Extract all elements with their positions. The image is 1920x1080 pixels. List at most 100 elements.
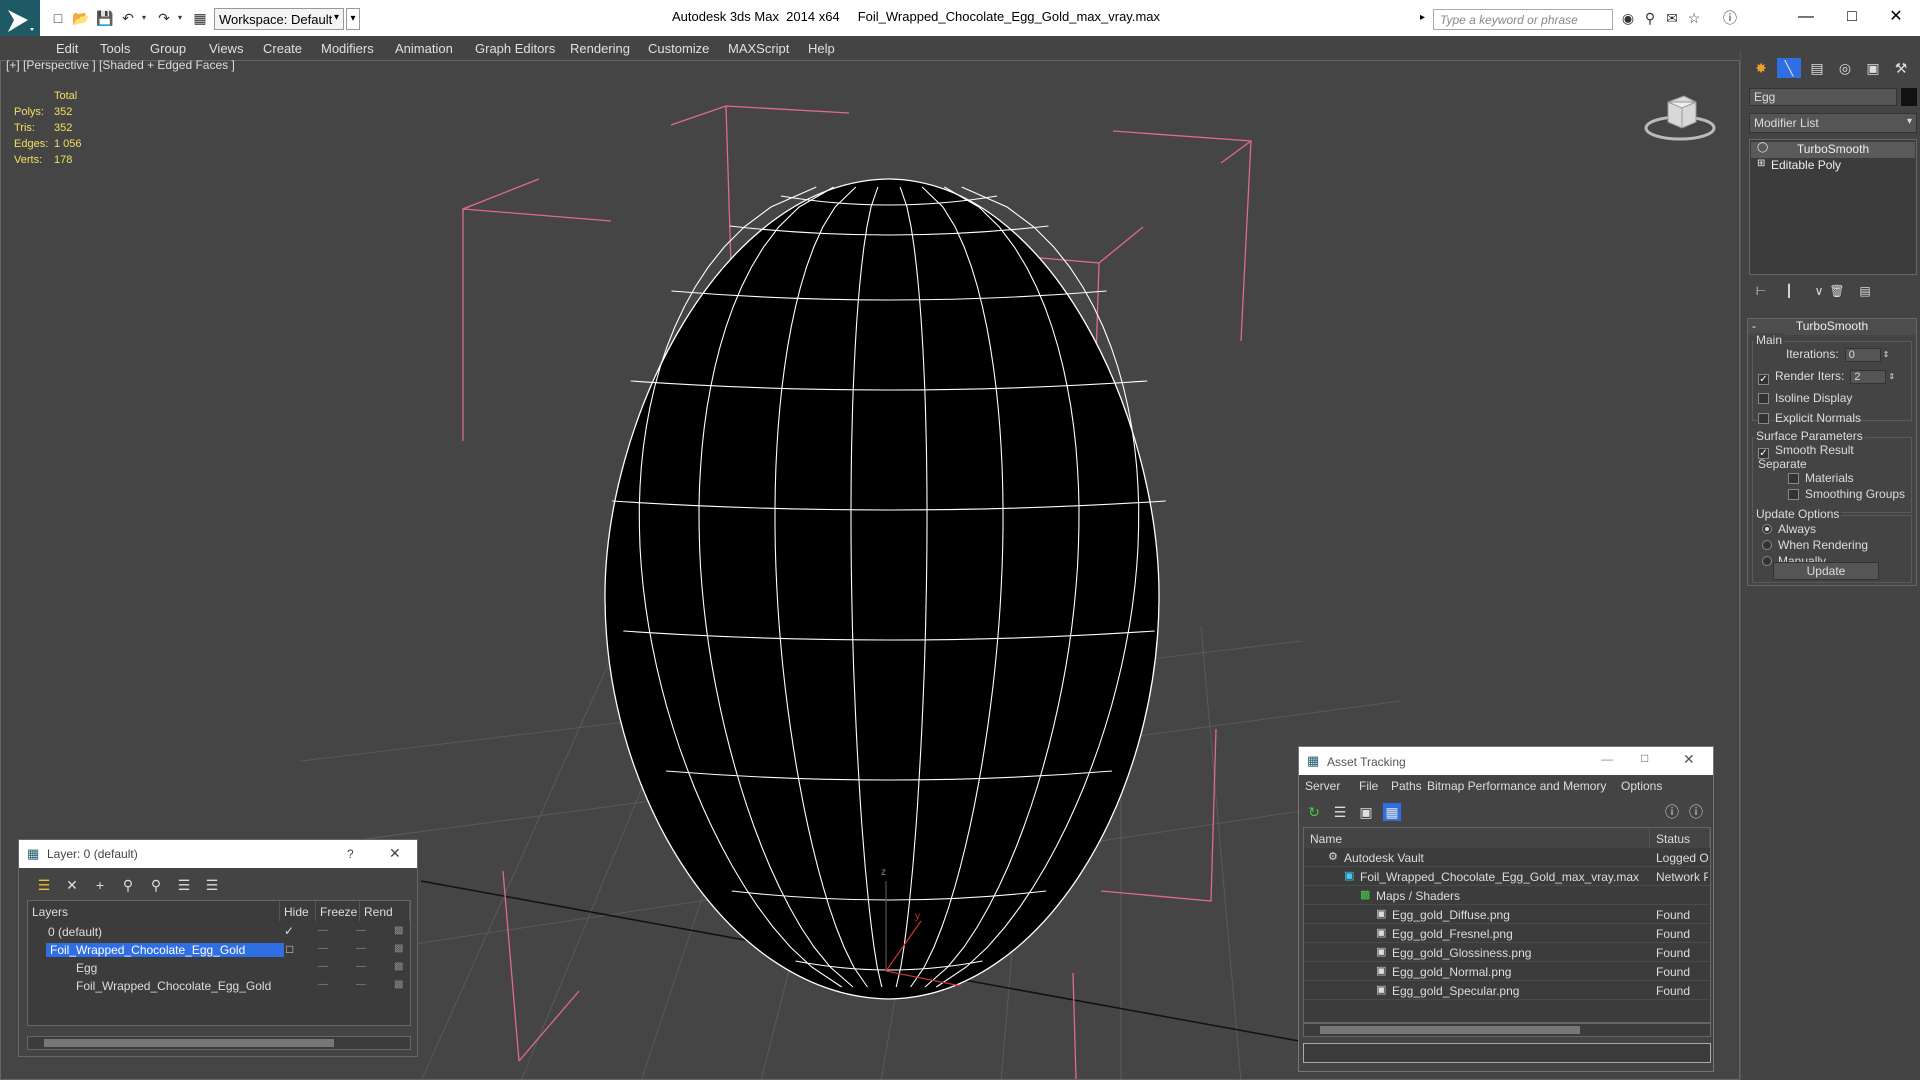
favorites-star-icon[interactable]: ☆: [1686, 10, 1702, 26]
render-toggle-icon[interactable]: ▩: [394, 925, 403, 936]
layer-row[interactable]: Foil_Wrapped_Chocolate_Egg_Gold — — ▩: [28, 977, 410, 995]
render-toggle-icon[interactable]: ▩: [394, 943, 403, 954]
hide-toggle[interactable]: —: [318, 943, 328, 954]
hide-toggle[interactable]: —: [318, 925, 328, 936]
manually-radio[interactable]: [1762, 556, 1772, 566]
refresh-icon[interactable]: ↻: [1305, 803, 1323, 821]
render-iters-spinner[interactable]: 2: [1850, 369, 1887, 384]
object-name-field[interactable]: Egg: [1749, 88, 1897, 106]
spinner-arrows-icon[interactable]: ⇕: [1888, 372, 1895, 381]
viewcube[interactable]: [1640, 88, 1720, 144]
list-view-icon[interactable]: ☰: [1331, 803, 1349, 821]
col-freeze[interactable]: Freeze: [316, 901, 360, 921]
close-icon[interactable]: ✕: [1683, 751, 1695, 768]
update-button[interactable]: Update: [1773, 562, 1879, 580]
menu-animation[interactable]: Animation: [395, 41, 453, 56]
make-unique-icon[interactable]: ∨: [1811, 284, 1827, 300]
expand-plus-icon[interactable]: ⊞: [1757, 158, 1765, 169]
save-icon[interactable]: 💾: [96, 10, 113, 26]
redo-dropdown-icon[interactable]: ▾: [172, 10, 188, 26]
menu-edit[interactable]: Edit: [56, 41, 78, 56]
maximize-icon[interactable]: □: [1641, 751, 1648, 765]
asset-row[interactable]: ▣ Egg_gold_Diffuse.png Found: [1304, 905, 1710, 924]
spinner-arrows-icon[interactable]: ⇕: [1883, 350, 1890, 359]
layer-row[interactable]: 0 (default) ✓ — — ▩: [28, 923, 410, 941]
add-to-layer-icon[interactable]: +: [91, 876, 109, 894]
menu-customize[interactable]: Customize: [648, 41, 709, 56]
subscription-icon[interactable]: ⚲: [1642, 10, 1658, 26]
menu-maxscript[interactable]: MAXScript: [728, 41, 789, 56]
hide-toggle[interactable]: —: [318, 979, 328, 990]
stack-item-turbosmooth[interactable]: ◯ TurboSmooth: [1751, 142, 1915, 158]
freeze-all-icon[interactable]: ☰: [203, 876, 221, 894]
viewport-label[interactable]: [+] [Perspective ] [Shaded + Edged Faces…: [6, 58, 235, 72]
create-tab-icon[interactable]: ✸: [1749, 58, 1773, 78]
help-icon[interactable]: ⓘ: [1722, 10, 1738, 26]
asset-row[interactable]: ▣ Egg_gold_Glossiness.png Found: [1304, 943, 1710, 962]
workspace-selector[interactable]: Workspace: Default ▾: [214, 8, 344, 30]
create-layer-icon[interactable]: ☰: [35, 876, 53, 894]
asset-row[interactable]: ▣ Egg_gold_Fresnel.png Found: [1304, 924, 1710, 943]
freeze-toggle[interactable]: —: [356, 979, 366, 990]
freeze-toggle[interactable]: —: [356, 925, 366, 936]
layer-row[interactable]: Egg — — ▩: [28, 959, 410, 977]
asset-info-icon[interactable]: ⓘ: [1687, 803, 1705, 821]
binoculars-icon[interactable]: ◉: [1620, 10, 1636, 26]
redo-icon[interactable]: ↷: [156, 10, 172, 26]
asset-row[interactable]: ▣ Egg_gold_Normal.png Found: [1304, 962, 1710, 981]
asset-menu-server[interactable]: Server: [1305, 779, 1340, 793]
select-objects-icon[interactable]: ⚲: [119, 876, 137, 894]
layer-scrollbar[interactable]: [27, 1036, 411, 1050]
hierarchy-tab-icon[interactable]: ▤: [1805, 58, 1829, 78]
highlight-layer-icon[interactable]: ⚲: [147, 876, 165, 894]
new-file-icon[interactable]: □: [50, 10, 66, 26]
configure-modifier-sets-icon[interactable]: ▤: [1857, 284, 1873, 300]
communication-icon[interactable]: ✉: [1664, 10, 1680, 26]
pin-stack-icon[interactable]: ⊢: [1753, 284, 1769, 300]
layer-row[interactable]: Foil_Wrapped_Chocolate_Egg_Gold □ — — ▩: [28, 941, 410, 959]
remove-modifier-icon[interactable]: 🗑: [1829, 284, 1845, 300]
menu-rendering[interactable]: Rendering: [570, 41, 630, 56]
search-input[interactable]: Type a keyword or phrase: [1433, 9, 1613, 30]
asset-status-field[interactable]: [1303, 1043, 1711, 1063]
delete-layer-icon[interactable]: ✕: [63, 876, 81, 894]
asset-menu-file[interactable]: File: [1359, 779, 1378, 793]
modifier-list-dropdown[interactable]: Modifier List ▾: [1749, 113, 1917, 133]
render-iters-checkbox[interactable]: ✓: [1758, 374, 1769, 385]
col-status[interactable]: Status: [1650, 828, 1710, 848]
asset-menu-paths[interactable]: Paths: [1391, 779, 1422, 793]
object-color-swatch[interactable]: [1901, 88, 1917, 106]
menu-create[interactable]: Create: [263, 41, 302, 56]
col-layers[interactable]: Layers: [28, 901, 280, 921]
asset-help-icon[interactable]: ⓘ: [1663, 803, 1681, 821]
hide-toggle[interactable]: —: [318, 961, 328, 972]
always-radio[interactable]: [1762, 524, 1772, 534]
minimize-button[interactable]: —: [1786, 4, 1826, 30]
undo-dropdown-icon[interactable]: ▾: [136, 10, 152, 26]
stack-item-editable-poly[interactable]: ⊞ Editable Poly: [1751, 158, 1915, 174]
asset-menu-options[interactable]: Options: [1621, 779, 1662, 793]
isoline-checkbox[interactable]: [1758, 393, 1769, 404]
motion-tab-icon[interactable]: ◎: [1833, 58, 1857, 78]
menu-group[interactable]: Group: [150, 41, 186, 56]
asset-row[interactable]: ▣ Foil_Wrapped_Chocolate_Egg_Gold_max_vra…: [1304, 867, 1710, 886]
display-tab-icon[interactable]: ▣: [1861, 58, 1885, 78]
modify-tab-icon[interactable]: ╲: [1777, 58, 1801, 78]
menu-graph-editors[interactable]: Graph Editors: [475, 41, 555, 56]
iterations-spinner[interactable]: 0: [1844, 347, 1881, 362]
col-name[interactable]: Name: [1304, 828, 1650, 848]
explicit-normals-checkbox[interactable]: [1758, 413, 1769, 424]
col-hide[interactable]: Hide: [280, 901, 316, 921]
lightbulb-icon[interactable]: ◯: [1757, 142, 1768, 153]
maximize-button[interactable]: □: [1832, 4, 1872, 30]
render-toggle-icon[interactable]: ▩: [394, 961, 403, 972]
render-toggle-icon[interactable]: ▩: [394, 979, 403, 990]
project-folder-icon[interactable]: ▦: [192, 10, 208, 26]
menu-help[interactable]: Help: [808, 41, 835, 56]
smoothing-groups-checkbox[interactable]: [1788, 489, 1799, 500]
materials-checkbox[interactable]: [1788, 473, 1799, 484]
close-icon[interactable]: ✕: [389, 845, 401, 862]
undo-icon[interactable]: ↶: [120, 10, 136, 26]
active-check-icon[interactable]: ✓: [284, 924, 294, 938]
asset-scrollbar[interactable]: [1303, 1023, 1711, 1037]
